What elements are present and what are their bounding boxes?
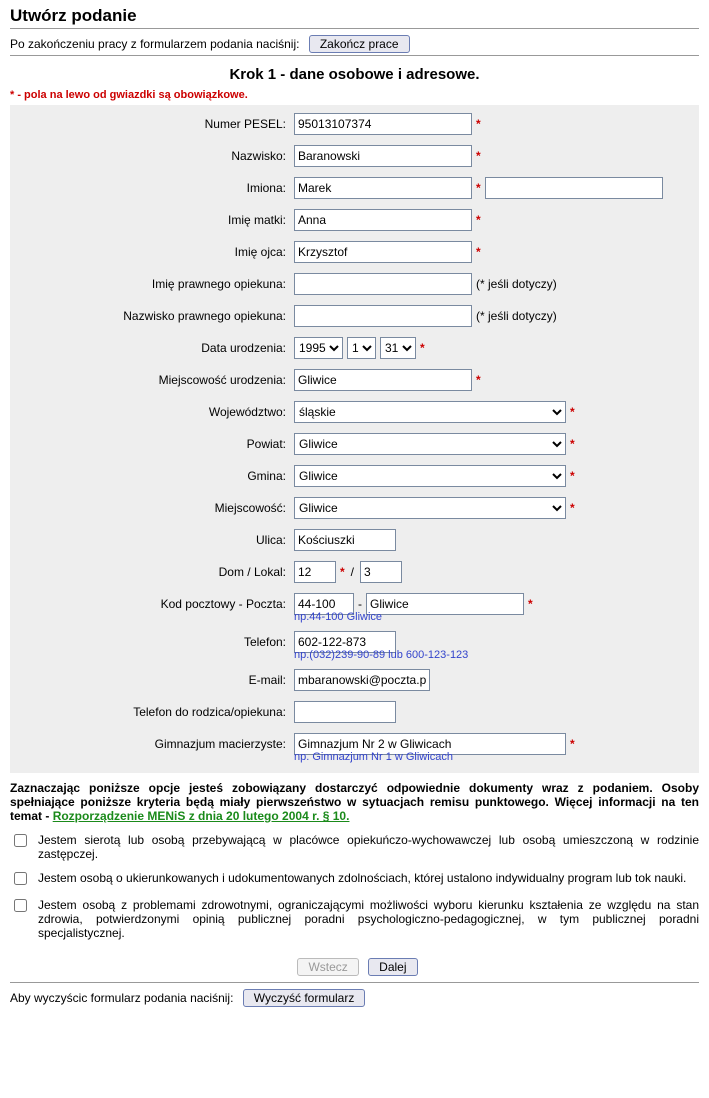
page-title: Utwórz podanie [10,6,699,26]
label-email: E-mail: [16,673,294,687]
surname-input[interactable] [294,145,472,167]
clear-button[interactable]: Wyczyść formularz [243,989,366,1007]
talented-text: Jestem osobą o ukierunkowanych i udokume… [38,871,686,885]
email-input[interactable] [294,669,430,691]
dash-separator: - [358,597,362,611]
pesel-input[interactable] [294,113,472,135]
required-star: * [420,341,425,355]
label-surname: Nazwisko: [16,149,294,163]
label-street: Ulica: [16,533,294,547]
firstname-input[interactable] [294,177,472,199]
clear-instruction-text: Aby wyczyścic formularz podania naciśnij… [10,991,233,1005]
province-select[interactable]: śląskie [294,401,566,423]
slash-separator: / [349,565,356,579]
commune-select[interactable]: Gliwice [294,465,566,487]
father-input[interactable] [294,241,472,263]
next-button[interactable]: Dalej [368,958,417,976]
required-star: * [340,565,345,579]
nav-buttons: Wstecz Dalej [10,958,699,976]
talented-checkbox[interactable] [14,872,27,885]
guardian-last-input[interactable] [294,305,472,327]
street-input[interactable] [294,529,396,551]
regulation-link[interactable]: Rozporządzenie MENiS z dnia 20 lutego 20… [53,809,350,823]
label-phone: Telefon: [16,635,294,649]
birth-day-select[interactable]: 31 [380,337,416,359]
required-star: * [476,117,481,131]
required-star: * [570,405,575,419]
label-postcode: Kod pocztowy - Poczta: [16,597,294,611]
required-star: * [528,597,533,611]
district-select[interactable]: Gliwice [294,433,566,455]
required-star: * [570,437,575,451]
divider [10,28,699,29]
label-father: Imię ojca: [16,245,294,259]
required-star: * [476,373,481,387]
birth-month-select[interactable]: 1 [347,337,376,359]
secondname-input[interactable] [485,177,663,199]
locality-select[interactable]: Gliwice [294,497,566,519]
health-checkbox[interactable] [14,899,27,912]
birth-place-input[interactable] [294,369,472,391]
step-heading: Krok 1 - dane osobowe i adresowe. [10,66,699,83]
guardian-first-input[interactable] [294,273,472,295]
label-mother: Imię matki: [16,213,294,227]
top-instruction-text: Po zakończeniu pracy z formularzem podan… [10,37,299,51]
label-names: Imiona: [16,181,294,195]
label-province: Województwo: [16,405,294,419]
label-guardian-first: Imię prawnego opiekuna: [16,277,294,291]
guardian-phone-input[interactable] [294,701,396,723]
label-guardian-phone: Telefon do rodzica/opiekuna: [16,705,294,719]
label-district: Powiat: [16,437,294,451]
divider [10,982,699,983]
if-applies-text: (* jeśli dotyczy) [476,277,557,291]
form-area: Numer PESEL: * Nazwisko: * Imiona: * Imi… [10,105,699,773]
label-house: Dom / Lokal: [16,565,294,579]
mother-input[interactable] [294,209,472,231]
orphan-checkbox[interactable] [14,834,27,847]
label-birth-date: Data urodzenia: [16,341,294,355]
birth-year-select[interactable]: 1995 [294,337,343,359]
label-locality: Miejscowość: [16,501,294,515]
top-instruction-row: Po zakończeniu pracy z formularzem podan… [10,35,699,53]
options-intro: Zaznaczając poniższe opcje jesteś zobowi… [10,781,699,823]
house-input[interactable] [294,561,336,583]
divider [10,55,699,56]
apt-input[interactable] [360,561,402,583]
phone-hint: np.(032)239-90-89 lub 600-123-123 [294,649,693,661]
back-button: Wstecz [297,958,358,976]
required-star: * [476,181,481,195]
label-commune: Gmina: [16,469,294,483]
postcity-input[interactable] [366,593,524,615]
required-star: * [476,149,481,163]
required-note: * - pola na lewo od gwiazdki są obowiązk… [10,89,699,101]
required-star: * [570,469,575,483]
if-applies-text: (* jeśli dotyczy) [476,309,557,323]
required-star: * [570,737,575,751]
required-star: * [476,245,481,259]
orphan-text: Jestem sierotą lub osobą przebywającą w … [38,833,699,861]
bottom-instruction-row: Aby wyczyścic formularz podania naciśnij… [10,989,699,1007]
label-pesel: Numer PESEL: [16,117,294,131]
finish-button[interactable]: Zakończ prace [309,35,410,53]
label-birth-place: Miejscowość urodzenia: [16,373,294,387]
health-text: Jestem osobą z problemami zdrowotnymi, o… [38,898,699,940]
required-star: * [476,213,481,227]
required-star: * [570,501,575,515]
label-school: Gimnazjum macierzyste: [16,737,294,751]
label-guardian-last: Nazwisko prawnego opiekuna: [16,309,294,323]
